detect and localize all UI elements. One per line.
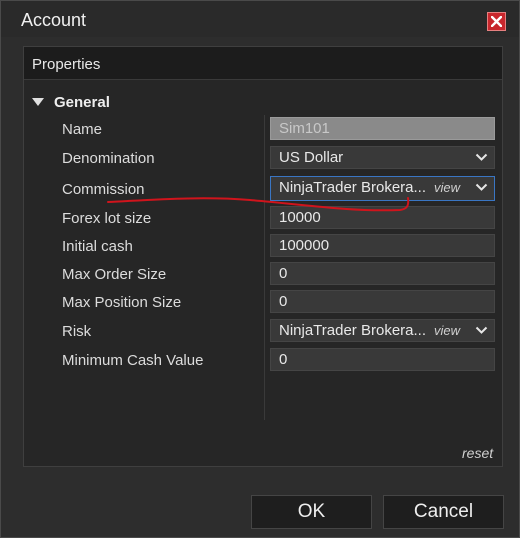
general-group-toggle[interactable]: General <box>32 93 110 111</box>
property-label-initial-cash: Initial cash <box>62 238 133 255</box>
commission-value: NinjaTrader Brokera... <box>279 179 426 196</box>
max-position-size-input[interactable]: 0 <box>270 290 495 313</box>
risk-value: NinjaTrader Brokera... <box>279 322 426 339</box>
risk-view-link[interactable]: view <box>434 320 460 341</box>
chevron-down-icon <box>475 153 488 161</box>
max-order-size-value: 0 <box>279 265 288 282</box>
close-icon <box>491 16 502 27</box>
chevron-down-icon <box>475 326 488 334</box>
triangle-down-icon <box>32 98 44 106</box>
forex-lot-size-input[interactable]: 10000 <box>270 206 495 229</box>
commission-view-link[interactable]: view <box>434 177 460 198</box>
property-label-forex-lot-size: Forex lot size <box>62 210 152 227</box>
property-label-max-order-size: Max Order Size <box>62 266 167 283</box>
ok-button[interactable]: OK <box>251 495 372 529</box>
max-order-size-input[interactable]: 0 <box>270 262 495 285</box>
property-label-risk: Risk <box>62 323 92 340</box>
property-label-minimum-cash-value: Minimum Cash Value <box>62 352 204 369</box>
risk-select[interactable]: NinjaTrader Brokera... view <box>270 319 495 342</box>
reset-link[interactable]: reset <box>462 445 493 461</box>
property-label-max-position-size: Max Position Size <box>62 294 182 311</box>
initial-cash-value: 100000 <box>279 237 330 254</box>
max-position-size-value: 0 <box>279 293 288 310</box>
denomination-value: US Dollar <box>279 149 344 166</box>
initial-cash-input[interactable]: 100000 <box>270 234 495 257</box>
account-dialog: Account Properties General Name Sim101 D… <box>0 0 520 538</box>
property-label-name: Name <box>62 121 103 138</box>
cancel-button[interactable]: Cancel <box>383 495 504 529</box>
denomination-select[interactable]: US Dollar <box>270 146 495 169</box>
close-button[interactable] <box>487 12 506 31</box>
commission-select[interactable]: NinjaTrader Brokera... view <box>270 176 495 201</box>
title-bar[interactable]: Account <box>1 1 519 37</box>
chevron-down-icon <box>475 183 488 191</box>
forex-lot-size-value: 10000 <box>279 209 321 226</box>
properties-title: Properties <box>32 56 101 73</box>
minimum-cash-value-value: 0 <box>279 351 288 368</box>
name-field: Sim101 <box>270 117 495 140</box>
properties-panel: Properties General Name Sim101 Denominat… <box>23 46 503 467</box>
general-group-label: General <box>54 93 110 111</box>
property-label-commission: Commission <box>62 181 145 198</box>
minimum-cash-value-input[interactable]: 0 <box>270 348 495 371</box>
property-label-denomination: Denomination <box>62 150 155 167</box>
properties-header: Properties <box>24 47 502 80</box>
name-value: Sim101 <box>279 120 330 137</box>
column-divider[interactable] <box>264 115 265 420</box>
window-title: Account <box>21 10 87 30</box>
